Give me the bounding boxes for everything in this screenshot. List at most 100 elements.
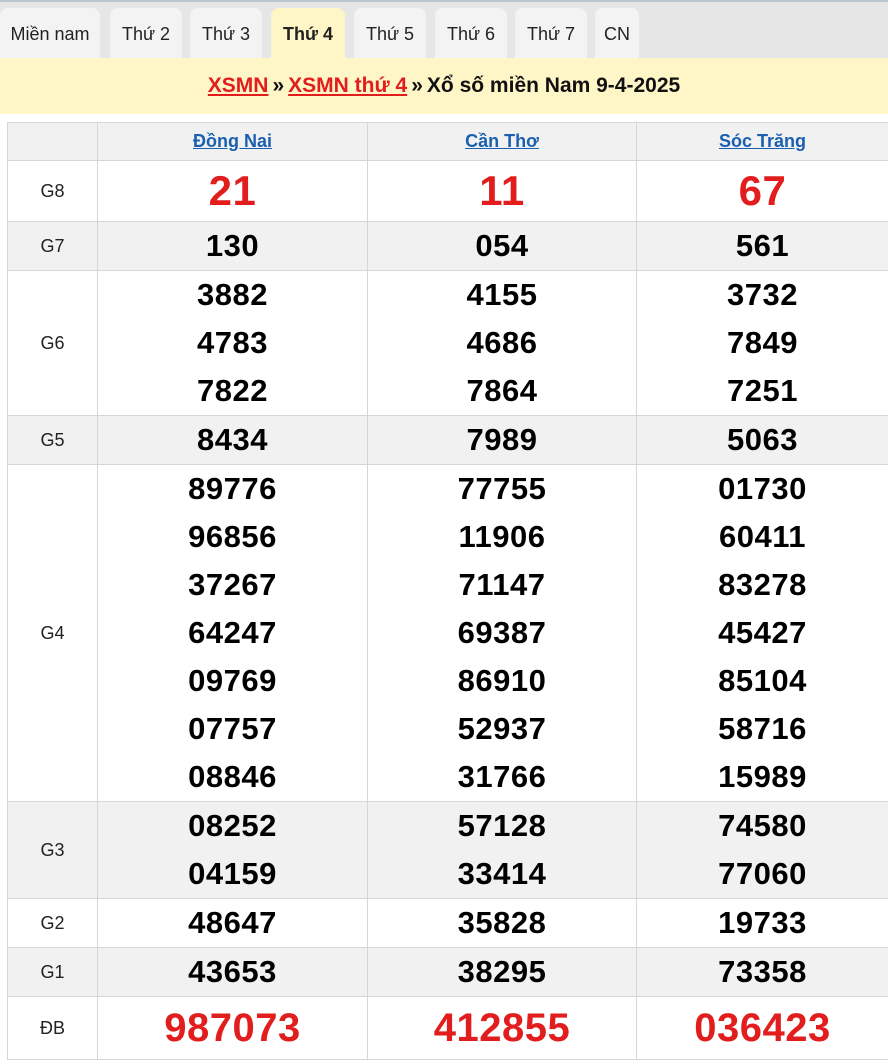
province-link-dong-nai[interactable]: Đồng Nai: [193, 131, 272, 151]
prize-row-g8: G8 21 11 67: [7, 160, 888, 222]
prize-label: G4: [7, 464, 98, 802]
result-cell: 3732 7849 7251: [636, 270, 888, 416]
result-number: 4686: [466, 325, 538, 360]
prize-label: G2: [7, 898, 98, 948]
result-number: 054: [475, 228, 529, 263]
result-number: 07757: [188, 711, 277, 746]
result-number: 15989: [718, 759, 807, 794]
result-number: 987073: [164, 1006, 301, 1050]
province-link-can-tho[interactable]: Cần Thơ: [465, 131, 539, 151]
result-number: 7251: [727, 373, 798, 408]
result-number: 96856: [188, 519, 277, 554]
result-number: 71147: [458, 567, 546, 602]
result-number: 7864: [466, 373, 538, 408]
result-number: 11: [479, 167, 525, 214]
province-header: Đồng Nai: [97, 122, 368, 161]
result-number: 036423: [694, 1006, 831, 1050]
prize-row-g5: G5 8434 7989 5063: [7, 415, 888, 465]
result-number: 45427: [718, 615, 807, 650]
prize-label: G8: [7, 160, 98, 222]
result-cell: 412855: [367, 996, 637, 1060]
result-number: 77755: [457, 471, 547, 506]
result-number: 21: [208, 167, 257, 214]
page-title: XSMN» XSMN thứ 4» Xổ số miền Nam 9-4-2025: [0, 58, 888, 114]
result-number: 31766: [457, 759, 547, 794]
tab-thu-5[interactable]: Thứ 5: [354, 8, 426, 60]
result-cell: 74580 77060: [636, 801, 888, 899]
result-number: 09769: [188, 663, 277, 698]
result-number: 38295: [457, 954, 547, 989]
tab-thu-4[interactable]: Thứ 4: [271, 8, 345, 60]
result-cell: 19733: [636, 898, 888, 948]
breadcrumb-xsmn-thu-4-link[interactable]: XSMN thứ 4: [288, 74, 407, 97]
result-number: 7849: [727, 325, 798, 360]
tab-mien-nam[interactable]: Miền nam: [0, 8, 100, 60]
result-number: 69387: [457, 615, 547, 650]
prize-row-g4: G4 89776 96856 37267 64247 09769 07757 08846 777…: [7, 464, 888, 802]
tab-thu-3[interactable]: Thứ 3: [190, 8, 262, 60]
result-number: 57128: [457, 808, 547, 843]
result-cell: 130: [97, 221, 368, 271]
prize-label: ĐB: [7, 996, 98, 1060]
result-cell: 5063: [636, 415, 888, 465]
result-number: 7822: [197, 373, 268, 408]
result-number: 19733: [718, 905, 807, 940]
prize-row-db: ĐB 987073 412855 036423: [7, 996, 888, 1060]
result-number: 8434: [197, 422, 268, 457]
result-number: 58716: [718, 711, 807, 746]
prize-label: G5: [7, 415, 98, 465]
result-number: 11906: [458, 519, 546, 554]
result-number: 85104: [718, 663, 807, 698]
result-number: 67: [738, 167, 787, 214]
result-cell: 8434: [97, 415, 368, 465]
result-cell: 38295: [367, 947, 637, 997]
result-cell: 3882 4783 7822: [97, 270, 368, 416]
result-number: 35828: [457, 905, 547, 940]
tab-thu-2[interactable]: Thứ 2: [110, 8, 182, 60]
result-cell: 77755 11906 71147 69387 86910 52937 31766: [367, 464, 637, 802]
result-number: 5063: [727, 422, 798, 457]
result-number: 01730: [718, 471, 807, 506]
result-number: 412855: [433, 1006, 571, 1050]
page: Miền nam Thứ 2 Thứ 3 Thứ 4 Thứ 5 Thứ 6 T…: [0, 0, 888, 1064]
result-number: 74580: [718, 808, 807, 843]
result-cell: 11: [367, 160, 637, 222]
result-cell: 48647: [97, 898, 368, 948]
result-cell: 4155 4686 7864: [367, 270, 637, 416]
result-number: 89776: [188, 471, 277, 506]
prize-row-g3: G3 08252 04159 57128 33414 74580 77060: [7, 801, 888, 899]
tab-thu-6[interactable]: Thứ 6: [435, 8, 507, 60]
province-header: Sóc Trăng: [636, 122, 888, 161]
prize-label: G7: [7, 221, 98, 271]
day-tabs: Miền nam Thứ 2 Thứ 3 Thứ 4 Thứ 5 Thứ 6 T…: [0, 0, 888, 60]
title-text: Xổ số miền Nam 9-4-2025: [426, 74, 681, 97]
result-cell: 89776 96856 37267 64247 09769 07757 08846: [97, 464, 368, 802]
result-number: 52937: [457, 711, 547, 746]
header-empty-cell: [7, 122, 98, 161]
tab-thu-7[interactable]: Thứ 7: [515, 8, 587, 60]
result-cell: 57128 33414: [367, 801, 637, 899]
result-number: 60411: [719, 519, 806, 554]
result-cell: 73358: [636, 947, 888, 997]
result-cell: 561: [636, 221, 888, 271]
tab-cn[interactable]: CN: [595, 8, 639, 60]
result-cell: 43653: [97, 947, 368, 997]
lottery-results-table: Đồng Nai Cần Thơ Sóc Trăng G8 21 11 67 G7 130…: [7, 122, 888, 1060]
breadcrumb-separator: »: [411, 74, 423, 97]
result-cell: 7989: [367, 415, 637, 465]
result-number: 04159: [188, 856, 277, 891]
result-number: 7989: [466, 422, 538, 457]
result-number: 4155: [466, 277, 538, 312]
result-number: 73358: [718, 954, 807, 989]
result-cell: 67: [636, 160, 888, 222]
prize-row-g2: G2 48647 35828 19733: [7, 898, 888, 948]
result-number: 33414: [457, 856, 547, 891]
breadcrumb-xsmn-link[interactable]: XSMN: [208, 74, 269, 97]
province-link-soc-trang[interactable]: Sóc Trăng: [719, 131, 806, 151]
results-body: G8 21 11 67 G7 130 054 561 G6 3882 4783 7822 4155 468…: [7, 160, 888, 1060]
result-number: 43653: [188, 954, 277, 989]
result-cell: 21: [97, 160, 368, 222]
prize-label: G6: [7, 270, 98, 416]
result-cell: 987073: [97, 996, 368, 1060]
result-number: 4783: [197, 325, 268, 360]
